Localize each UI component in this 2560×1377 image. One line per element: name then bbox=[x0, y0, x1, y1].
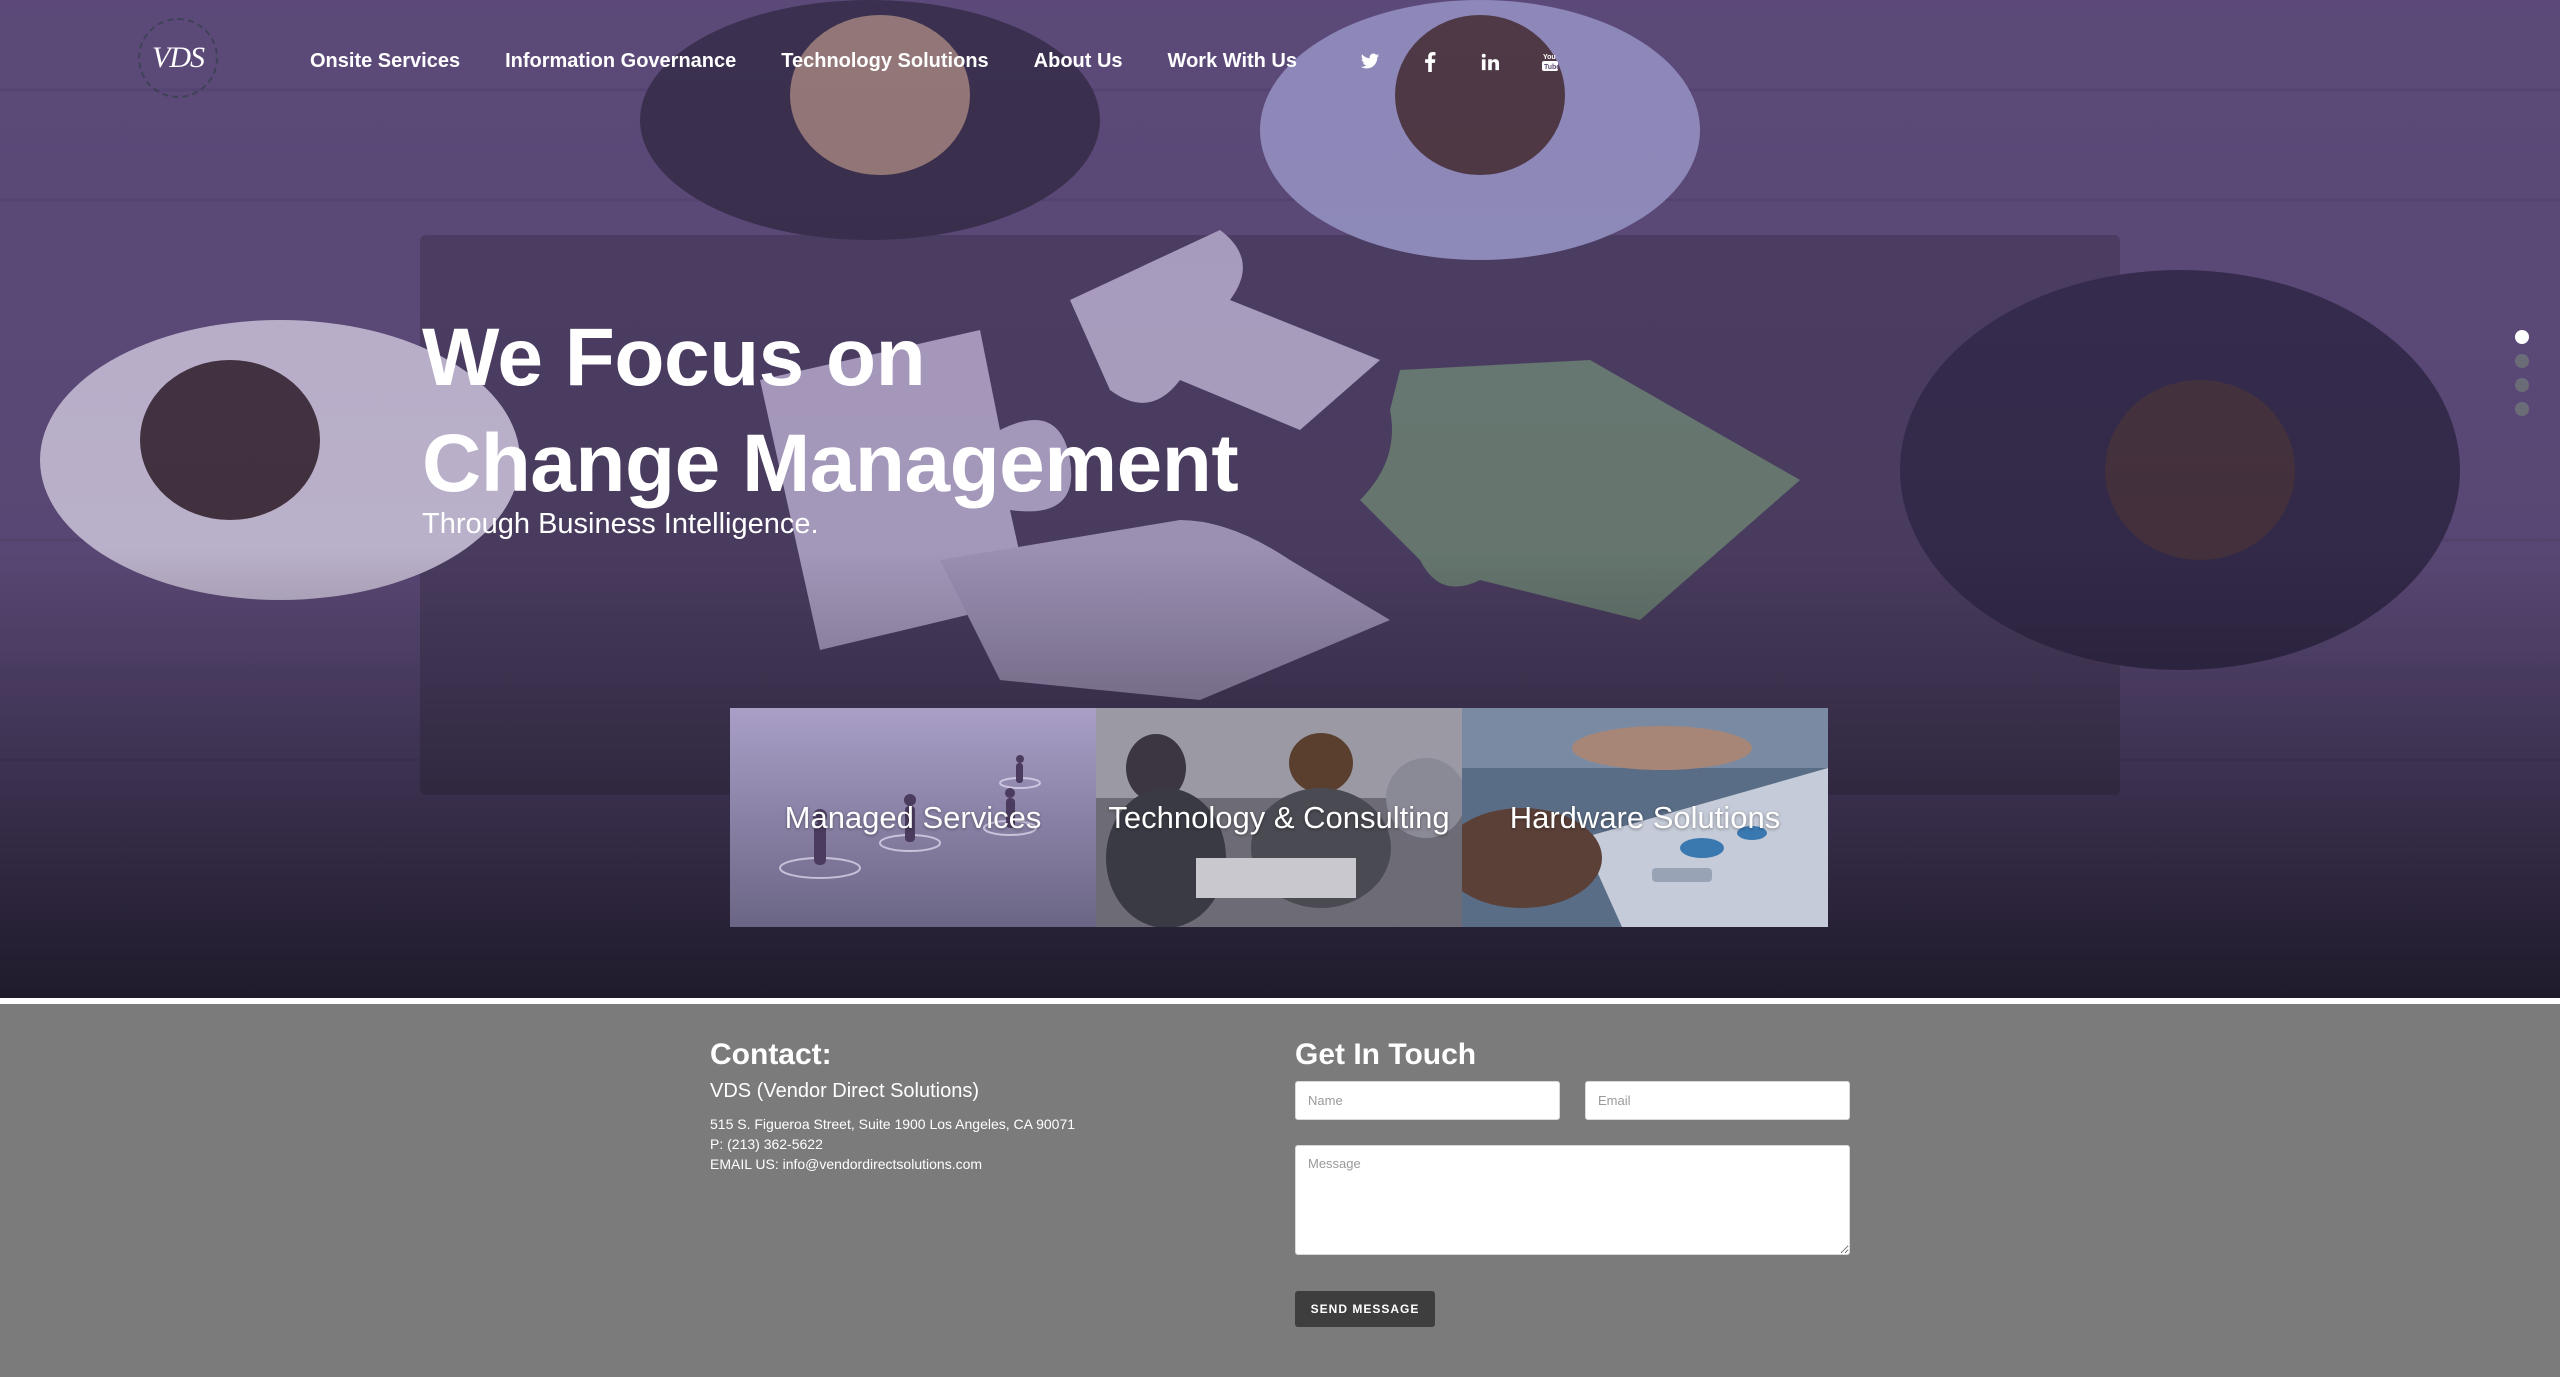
nav-item-about-us[interactable]: About Us bbox=[1034, 50, 1123, 73]
main-nav: Onsite Services Information Governance T… bbox=[310, 50, 1342, 73]
name-field[interactable] bbox=[1295, 1081, 1560, 1120]
headline-line-2: Change Management bbox=[422, 418, 1239, 509]
tile-technology-consulting[interactable]: Technology & Consulting bbox=[1096, 708, 1462, 927]
get-in-touch-heading: Get In Touch bbox=[1295, 1038, 1477, 1071]
tile-label: Hardware Solutions bbox=[1509, 799, 1781, 835]
contact-phone[interactable]: P: (213) 362-5622 bbox=[710, 1136, 823, 1152]
twitter-icon[interactable] bbox=[1358, 50, 1382, 74]
nav-item-work-with-us[interactable]: Work With Us bbox=[1168, 50, 1297, 73]
nav-item-information-governance[interactable]: Information Governance bbox=[505, 50, 736, 73]
hero-headline: We Focus on Change Management bbox=[422, 305, 1239, 517]
tile-label: Technology & Consulting bbox=[1108, 799, 1450, 835]
svg-text:Tube: Tube bbox=[1544, 64, 1559, 71]
message-field[interactable] bbox=[1295, 1145, 1850, 1255]
slider-dot-4[interactable] bbox=[2515, 402, 2529, 416]
vds-logo[interactable]: VDS bbox=[138, 18, 218, 98]
nav-item-onsite-services[interactable]: Onsite Services bbox=[310, 50, 460, 73]
contact-email[interactable]: EMAIL US: info@vendordirectsolutions.com bbox=[710, 1156, 982, 1172]
slider-dots bbox=[2515, 330, 2529, 416]
contact-company: VDS (Vendor Direct Solutions) bbox=[710, 1080, 980, 1102]
social-links: You Tube bbox=[1358, 50, 1598, 74]
nav-item-technology-solutions[interactable]: Technology Solutions bbox=[781, 50, 988, 73]
tile-hardware-solutions[interactable]: Hardware Solutions bbox=[1462, 708, 1828, 927]
logo-text: VDS bbox=[152, 41, 205, 74]
service-tiles: Managed Services Technology & Consulting… bbox=[730, 708, 1828, 927]
contact-address: 515 S. Figueroa Street, Suite 1900 Los A… bbox=[710, 1116, 1076, 1132]
slider-dot-1[interactable] bbox=[2515, 330, 2529, 344]
svg-text:You: You bbox=[1543, 54, 1556, 61]
slider-dot-2[interactable] bbox=[2515, 354, 2529, 368]
facebook-icon[interactable] bbox=[1418, 50, 1442, 74]
linkedin-icon[interactable] bbox=[1478, 50, 1502, 74]
contact-heading: Contact: bbox=[710, 1038, 832, 1071]
hero-subheading: Through Business Intelligence. bbox=[422, 508, 819, 540]
footer bbox=[0, 1004, 2560, 1377]
tile-managed-services[interactable]: Managed Services bbox=[730, 708, 1096, 927]
headline-line-1: We Focus on bbox=[422, 312, 926, 403]
send-message-button[interactable]: SEND MESSAGE bbox=[1295, 1291, 1435, 1327]
youtube-icon[interactable]: You Tube bbox=[1538, 50, 1562, 74]
email-field[interactable] bbox=[1585, 1081, 1850, 1120]
slider-dot-3[interactable] bbox=[2515, 378, 2529, 392]
tile-label: Managed Services bbox=[784, 799, 1042, 835]
